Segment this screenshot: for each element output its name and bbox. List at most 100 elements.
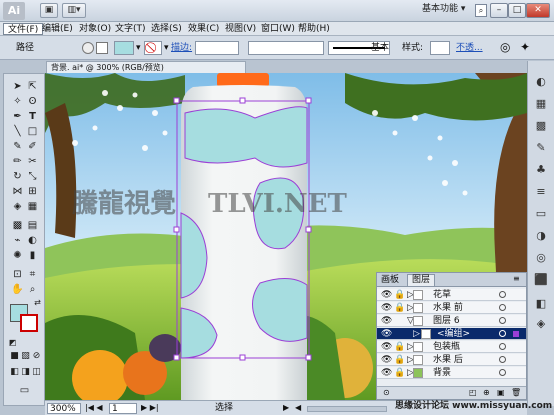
layer-row[interactable]: 👁 🔒 ▷ 包装瓶 xyxy=(377,341,526,353)
tab-layers[interactable]: 图层 xyxy=(407,274,436,286)
artboard-tool-icon[interactable]: ⊡ xyxy=(11,268,24,281)
screen-mode-icon[interactable]: ▭ xyxy=(18,384,31,397)
gradient-panel-icon[interactable]: ▭ xyxy=(534,207,548,221)
zoom-tool-icon[interactable]: ⌕ xyxy=(26,283,39,296)
pen-tool-icon[interactable]: ✒ xyxy=(11,110,24,123)
color-panel-icon[interactable]: ◐ xyxy=(534,75,548,89)
stroke-weight-input[interactable] xyxy=(195,41,239,55)
next-artboard-icon[interactable]: ▶ ▶| xyxy=(141,404,159,412)
transparency-panel-icon[interactable]: ◑ xyxy=(534,229,548,243)
new-layer-icon[interactable]: ▣ xyxy=(497,389,505,397)
delete-layer-icon[interactable]: 🗑 xyxy=(511,389,521,397)
workspace-switcher[interactable]: 基本功能 ▾ xyxy=(422,5,465,14)
target-icon[interactable] xyxy=(499,291,506,298)
zoom-level[interactable]: 300% xyxy=(47,403,81,414)
shape-builder-tool-icon[interactable]: ◈ xyxy=(11,200,24,213)
eye-icon[interactable]: 👁 xyxy=(381,355,392,365)
layer-row[interactable]: 👁 🔒 ▷ 花草 xyxy=(377,289,526,301)
maximize-button[interactable]: □ xyxy=(508,3,526,18)
stroke-swatch[interactable] xyxy=(20,314,38,332)
variable-width-select[interactable] xyxy=(248,41,324,55)
expand-arrow-icon[interactable]: ▷ xyxy=(413,329,420,339)
appearance-panel-icon[interactable]: ◎ xyxy=(534,251,548,265)
layer-row[interactable]: 👁 ▽ 图层 6 xyxy=(377,315,526,327)
menu-select[interactable]: 选择(S) xyxy=(147,23,186,35)
default-colors-icon[interactable]: ◩ xyxy=(6,336,19,349)
horizontal-scrollbar[interactable] xyxy=(307,406,387,412)
magic-wand-tool-icon[interactable]: ✧ xyxy=(11,95,24,108)
lasso-tool-icon[interactable]: ʘ xyxy=(26,95,39,108)
align-icon[interactable]: ✦ xyxy=(520,41,530,53)
target-icon[interactable] xyxy=(499,330,506,337)
menu-window[interactable]: 窗口(W) xyxy=(257,23,299,35)
swap-colors-icon[interactable]: ⇄ xyxy=(31,296,44,309)
symbols-panel-icon[interactable]: ♣ xyxy=(534,163,548,177)
slice-tool-icon[interactable]: ⌗ xyxy=(26,268,39,281)
rotate-tool-icon[interactable]: ↻ xyxy=(11,170,24,183)
target-icon[interactable] xyxy=(499,343,506,350)
target-icon[interactable] xyxy=(499,304,506,311)
layer-row[interactable]: 👁 🔒 ▷ 背景 xyxy=(377,367,526,379)
fill-dropdown-icon[interactable]: ▾ xyxy=(136,44,141,53)
locate-object-icon[interactable]: ⊙ xyxy=(383,389,390,397)
width-tool-icon[interactable]: ⋈ xyxy=(11,185,24,198)
perspective-grid-tool-icon[interactable]: ▦ xyxy=(26,200,39,213)
scale-tool-icon[interactable]: ⤡ xyxy=(26,170,39,183)
layer-row[interactable]: 👁 🔒 ▷ 水果 前 xyxy=(377,302,526,314)
brushes-panel-icon[interactable]: ✎ xyxy=(534,141,548,155)
selection-tool-icon[interactable]: ➤ xyxy=(11,80,24,93)
lock-icon[interactable]: 🔒 xyxy=(394,368,405,378)
close-button[interactable]: ✕ xyxy=(526,3,550,18)
color-guide-icon[interactable]: ▦ xyxy=(534,97,548,111)
eye-icon[interactable]: 👁 xyxy=(381,342,392,352)
menu-object[interactable]: 对象(O) xyxy=(75,23,115,35)
panel-menu-icon[interactable]: ≡ xyxy=(513,275,520,283)
layer-row[interactable]: 👁 🔒 ▷ 水果 后 xyxy=(377,354,526,366)
blend-tool-icon[interactable]: ◐ xyxy=(26,234,39,247)
fill-color-swatch[interactable] xyxy=(114,41,134,55)
stroke-label[interactable]: 描边: xyxy=(171,44,192,53)
graphic-style-swatch[interactable] xyxy=(430,41,450,55)
layer-row-selected[interactable]: 👁 ▷ <编组> xyxy=(377,328,526,340)
recolor-icon[interactable]: ◎ xyxy=(500,41,510,53)
menu-effect[interactable]: 效果(C) xyxy=(184,23,223,35)
arrange-docs-icon[interactable]: ▥▾ xyxy=(62,3,86,18)
artboards-panel-icon[interactable]: ◈ xyxy=(534,317,548,331)
new-sublayer-icon[interactable]: ⊕ xyxy=(483,389,490,397)
swatches-panel-icon[interactable]: ▩ xyxy=(534,119,548,133)
search-icon[interactable]: ⌕ xyxy=(475,4,487,17)
stroke-dropdown-icon[interactable]: ▾ xyxy=(164,44,169,53)
target-icon[interactable] xyxy=(499,356,506,363)
eye-icon[interactable]: 👁 xyxy=(381,303,392,313)
menu-help[interactable]: 帮助(H) xyxy=(294,23,334,35)
eye-icon[interactable]: 👁 xyxy=(381,290,392,300)
eye-icon[interactable]: 👁 xyxy=(381,368,392,378)
eyedropper-tool-icon[interactable]: ⌁ xyxy=(11,234,24,247)
first-artboard-icon[interactable]: |◀ ◀ xyxy=(85,404,103,412)
graphic-styles-panel-icon[interactable]: ⬛ xyxy=(534,273,548,287)
artboard-number[interactable]: 1 xyxy=(109,403,137,414)
draw-inside-icon[interactable]: ◫ xyxy=(30,366,43,379)
line-tool-icon[interactable]: ╲ xyxy=(11,125,24,138)
lock-icon[interactable]: 🔒 xyxy=(394,342,405,352)
clipping-mask-icon[interactable]: ◰ xyxy=(469,389,477,397)
status-arrow-icon[interactable]: ▶ xyxy=(283,404,289,412)
target-icon[interactable] xyxy=(499,317,506,324)
direct-selection-tool-icon[interactable]: ⇱ xyxy=(26,80,39,93)
menu-edit[interactable]: 编辑(E) xyxy=(38,23,77,35)
eye-icon[interactable]: 👁 xyxy=(381,329,392,339)
menu-type[interactable]: 文字(T) xyxy=(111,23,150,35)
symbol-sprayer-tool-icon[interactable]: ✺ xyxy=(11,249,24,262)
lock-icon[interactable]: 🔒 xyxy=(394,303,405,313)
opacity-link[interactable]: 不透... xyxy=(456,44,483,53)
lock-icon[interactable]: 🔒 xyxy=(394,290,405,300)
rectangle-tool-icon[interactable]: □ xyxy=(26,125,39,138)
transform-icon[interactable] xyxy=(96,42,108,54)
tab-artboards[interactable]: 画板 xyxy=(381,276,399,285)
bridge-icon[interactable]: ▣ xyxy=(40,3,58,18)
none-mode-icon[interactable]: ⊘ xyxy=(30,350,43,363)
hand-tool-icon[interactable]: ✋ xyxy=(11,283,24,296)
gradient-tool-icon[interactable]: ▤ xyxy=(26,219,39,232)
target-icon[interactable] xyxy=(499,369,506,376)
scissors-tool-icon[interactable]: ✂ xyxy=(26,155,39,168)
